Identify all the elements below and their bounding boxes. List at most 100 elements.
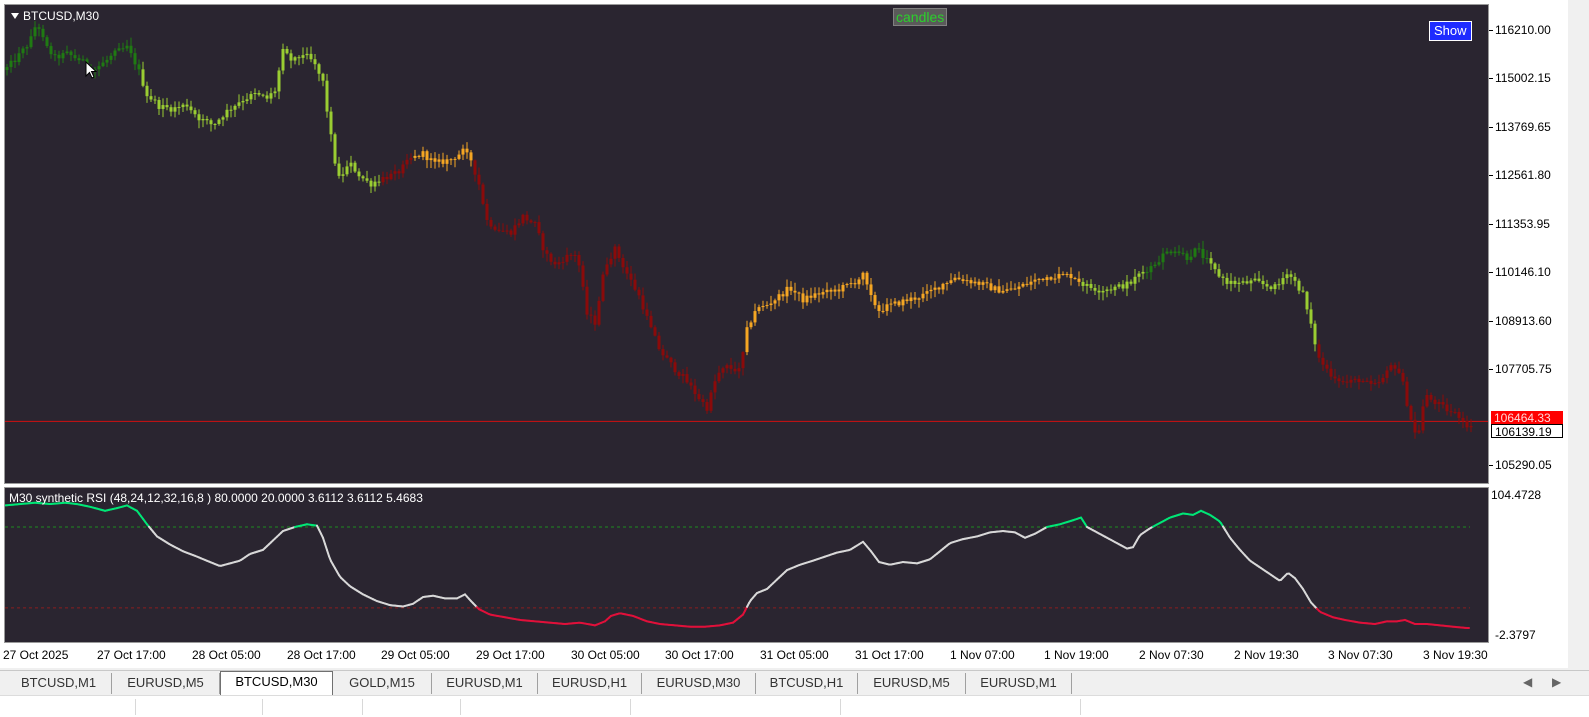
candle-body <box>589 314 593 316</box>
candle-body <box>113 50 117 56</box>
candle-body <box>981 282 985 285</box>
tab-btcusd-m1[interactable]: BTCUSD,M1 <box>6 673 112 694</box>
candle-body <box>977 281 981 285</box>
time-tick-label: 1 Nov 19:00 <box>1044 648 1109 662</box>
candle-body <box>801 293 805 303</box>
candle-body <box>573 255 577 257</box>
candle-body <box>477 174 481 185</box>
candle-body <box>273 91 277 94</box>
candle-body <box>933 287 937 290</box>
candle-body <box>425 151 429 161</box>
candle-body <box>1281 278 1285 285</box>
candle-body <box>1385 370 1389 378</box>
candle-body <box>1373 383 1377 385</box>
candle-body <box>1061 273 1065 275</box>
candle-body <box>845 284 849 286</box>
tab-eurusd-m1-2[interactable]: EURUSD,M1 <box>966 673 1072 694</box>
candle-body <box>625 267 629 274</box>
price-chart-pane[interactable]: BTCUSD,M30 candles Show <box>4 4 1489 484</box>
candle-body <box>633 279 637 290</box>
candle-body <box>877 305 881 312</box>
tab-eurusd-m5[interactable]: EURUSD,M5 <box>112 673 220 694</box>
candle-body <box>1057 273 1061 279</box>
candle-body <box>973 281 977 284</box>
candle-body <box>205 119 209 121</box>
candle-body <box>921 293 925 299</box>
price-tick-label: 113769.65 <box>1489 120 1551 134</box>
candle-body <box>725 365 729 369</box>
tab-btcusd-h1[interactable]: BTCUSD,H1 <box>756 673 858 694</box>
candle-body <box>21 48 25 54</box>
candle-body <box>1417 430 1421 433</box>
candle-body <box>301 55 305 58</box>
candle-body <box>561 261 565 263</box>
candle-body <box>277 70 281 92</box>
candle-body <box>693 385 697 395</box>
candle-body <box>1069 273 1073 279</box>
candle-body <box>225 109 229 118</box>
candle-body <box>1065 273 1069 275</box>
candle-body <box>1009 288 1013 290</box>
candle-body <box>581 265 585 287</box>
candle-body <box>457 154 461 159</box>
candle-body <box>1461 417 1465 421</box>
candle-body <box>1045 277 1049 281</box>
show-button[interactable]: Show <box>1429 21 1472 41</box>
chart-frame: BTCUSD,M30 candles Show 116210.00 115002… <box>0 0 1568 668</box>
candle-body <box>1421 406 1425 431</box>
candle-body <box>325 80 329 112</box>
candle-body <box>577 255 581 266</box>
candles-button[interactable]: candles <box>893 8 948 26</box>
tab-eurusd-m5-2[interactable]: EURUSD,M5 <box>858 673 966 694</box>
candle-body <box>661 349 665 356</box>
time-tick-label: 31 Oct 17:00 <box>855 648 924 662</box>
candle-body <box>269 93 273 99</box>
candle-body <box>1469 426 1473 428</box>
candle-body <box>317 64 321 74</box>
time-tick-label: 27 Oct 17:00 <box>97 648 166 662</box>
candle-body <box>1309 309 1313 324</box>
candle-body <box>1017 286 1021 290</box>
candle-body <box>569 254 573 256</box>
candle-body <box>401 164 405 174</box>
candle-body <box>1365 380 1369 382</box>
tab-eurusd-h1[interactable]: EURUSD,H1 <box>538 673 642 694</box>
rsi-indicator-pane[interactable]: M30 synthetic RSI (48,24,12,32,16,8 ) 80… <box>4 487 1489 643</box>
price-axis[interactable]: 116210.00 115002.15 113769.65 112561.80 … <box>1489 4 1568 484</box>
tab-scroll-right-icon[interactable]: ▶ <box>1552 675 1561 689</box>
tab-gold-m15[interactable]: GOLD,M15 <box>333 673 432 694</box>
candle-body <box>1301 290 1305 292</box>
candle-body <box>345 166 349 175</box>
candle-body <box>597 300 601 325</box>
candle-body <box>937 287 941 290</box>
candle-body <box>517 223 521 226</box>
candle-body <box>137 64 141 70</box>
candle-body <box>1357 378 1361 383</box>
candle-body <box>889 303 893 305</box>
candle-body <box>1297 280 1301 291</box>
candle-body <box>1249 280 1253 284</box>
candle-body <box>777 294 781 301</box>
candle-body <box>285 48 289 54</box>
tab-btcusd-m30[interactable]: BTCUSD,M30 <box>220 671 333 695</box>
price-tick-label: 115002.15 <box>1489 71 1551 85</box>
candle-body <box>69 51 73 56</box>
time-axis[interactable]: 27 Oct 2025 27 Oct 17:00 28 Oct 05:00 28… <box>0 643 1568 668</box>
tab-eurusd-m30[interactable]: EURUSD,M30 <box>642 673 756 694</box>
candle-body <box>53 54 57 56</box>
candle-body <box>1161 253 1165 263</box>
candle-body <box>761 305 765 308</box>
candle-body <box>953 277 957 281</box>
tab-eurusd-m1[interactable]: EURUSD,M1 <box>432 673 538 694</box>
candle-body <box>585 286 589 315</box>
tab-scroll-left-icon[interactable]: ◀ <box>1523 675 1532 689</box>
symbol-timeframe-label[interactable]: BTCUSD,M30 <box>11 9 99 23</box>
candle-body <box>757 307 761 312</box>
rsi-axis[interactable]: 104.4728 -2.3797 <box>1489 487 1568 643</box>
candle-body <box>257 93 261 95</box>
candle-body <box>789 286 793 291</box>
candle-body <box>253 93 257 95</box>
candle-body <box>349 162 353 167</box>
candle-body <box>701 399 705 402</box>
candle-body <box>773 300 777 304</box>
